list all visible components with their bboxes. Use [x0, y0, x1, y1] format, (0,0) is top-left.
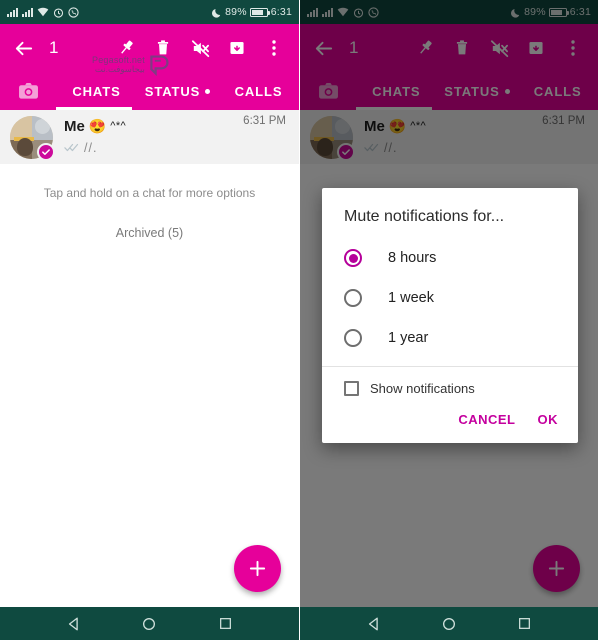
dialog-option-label: 8 hours — [388, 250, 437, 266]
ok-button[interactable]: OK — [538, 412, 559, 427]
chat-name-suffix: ^*^ — [110, 120, 127, 132]
dialog-option-1-year[interactable]: 1 year — [322, 318, 578, 358]
tab-bar: CHATS STATUS CALLS — [0, 72, 299, 110]
show-notifications-checkbox-row[interactable]: Show notifications — [322, 367, 578, 406]
status-bar-right-icons: 89% 6:31 — [212, 6, 292, 18]
chat-name: Me — [64, 117, 85, 135]
nav-back-icon[interactable] — [59, 612, 89, 636]
new-chat-fab[interactable] — [234, 545, 281, 592]
battery-icon — [249, 7, 270, 17]
battery-percent: 89% — [225, 6, 247, 18]
phone-screen-right: 89% 6:31 1 — [299, 0, 598, 640]
overflow-menu-icon[interactable] — [257, 29, 291, 67]
plus-icon — [249, 560, 266, 577]
chat-list-hint: Tap and hold on a chat for more options — [43, 186, 256, 200]
tab-chats-label: CHATS — [72, 83, 121, 99]
cancel-button[interactable]: CANCEL — [458, 412, 515, 427]
selected-count: 1 — [49, 38, 59, 57]
phone-screen-left: 89% 6:31 1 CHATS STATUS CALLS Pegasoft.n… — [0, 0, 299, 640]
table-row[interactable]: Me 😍 ^*^ //. 6:31 PM — [0, 110, 299, 164]
chat-row-body: Me 😍 ^*^ //. — [64, 118, 243, 157]
nav-recents-icon[interactable] — [210, 612, 240, 636]
chat-list: Me 😍 ^*^ //. 6:31 PM Tap and hold on a c… — [0, 110, 299, 240]
avatar[interactable] — [10, 115, 55, 161]
dialog-option-label: 1 year — [388, 330, 429, 346]
signal-icon — [22, 7, 33, 17]
mute-notifications-dialog: Mute notifications for... 8 hours 1 week… — [322, 188, 578, 443]
chat-timestamp: 6:31 PM — [243, 115, 286, 127]
tab-calls[interactable]: CALLS — [218, 72, 299, 110]
chat-name-emoji: 😍 — [88, 117, 107, 134]
nav-recents-icon[interactable] — [509, 612, 539, 636]
dual-screenshot-root: 89% 6:31 1 CHATS STATUS CALLS Pegasoft.n… — [0, 0, 598, 640]
nav-back-icon[interactable] — [359, 612, 389, 636]
app-bar-actions — [109, 29, 291, 67]
radio-button-icon[interactable] — [344, 289, 362, 307]
signal-icon — [7, 7, 18, 17]
tab-calls-label: CALLS — [234, 83, 283, 99]
moon-icon — [212, 7, 222, 18]
checkbox-icon[interactable] — [344, 381, 359, 396]
read-receipt-icon — [64, 139, 80, 157]
dialog-option-8-hours[interactable]: 8 hours — [322, 238, 578, 278]
check-badge-icon — [37, 142, 55, 161]
system-nav-bar — [0, 607, 299, 640]
pin-icon[interactable] — [109, 29, 143, 67]
tab-status-label: STATUS — [144, 83, 201, 99]
status-bar-left-icons — [7, 6, 79, 18]
dialog-option-1-week[interactable]: 1 week — [322, 278, 578, 318]
radio-button-icon[interactable] — [344, 249, 362, 267]
tab-chats[interactable]: CHATS — [56, 72, 137, 110]
status-unread-dot — [205, 88, 211, 94]
tab-status[interactable]: STATUS — [137, 72, 218, 110]
archived-row[interactable]: Archived (5) — [0, 200, 299, 240]
selection-app-bar: 1 — [0, 24, 299, 110]
mute-icon[interactable] — [183, 29, 217, 67]
dialog-options-group: 8 hours 1 week 1 year — [322, 232, 578, 366]
show-notifications-label: Show notifications — [370, 381, 475, 396]
dialog-action-row: CANCEL OK — [322, 406, 578, 443]
chat-preview-text: //. — [84, 140, 98, 155]
whatsapp-icon — [68, 6, 79, 18]
back-arrow-icon[interactable] — [6, 29, 40, 67]
nav-home-icon[interactable] — [134, 612, 164, 636]
alarm-icon — [53, 7, 64, 18]
nav-home-icon[interactable] — [434, 612, 464, 636]
dialog-title: Mute notifications for... — [344, 208, 505, 225]
status-bar-clock: 6:31 — [270, 6, 292, 18]
wifi-icon — [37, 7, 49, 17]
dialog-option-label: 1 week — [388, 290, 434, 306]
radio-button-icon[interactable] — [344, 329, 362, 347]
system-nav-bar — [300, 607, 598, 640]
app-bar-top-row: 1 — [0, 24, 299, 72]
delete-icon[interactable] — [146, 29, 180, 67]
archive-icon[interactable] — [220, 29, 254, 67]
camera-icon[interactable] — [0, 72, 56, 110]
status-bar: 89% 6:31 — [0, 0, 299, 24]
